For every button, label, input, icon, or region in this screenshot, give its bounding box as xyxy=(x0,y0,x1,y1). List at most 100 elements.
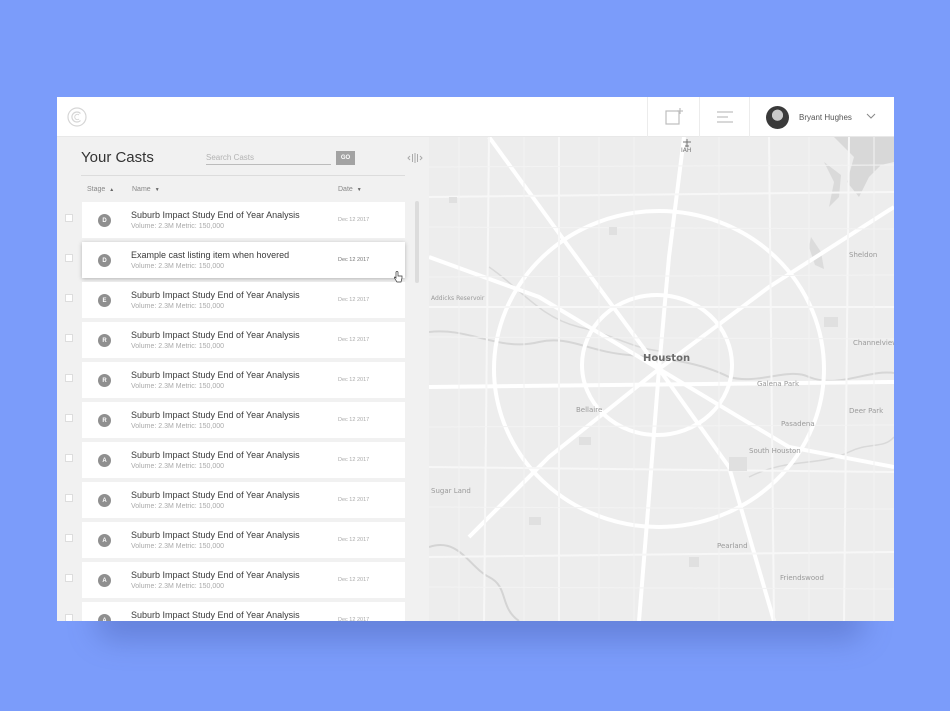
cast-title: Example cast listing item when hovered xyxy=(131,250,290,260)
map-label-galena-park: Galena Park xyxy=(757,380,800,388)
cast-date: Dec 12 2017 xyxy=(338,257,370,263)
cast-list-item[interactable]: A Suburb Impact Study End of Year Analysi… xyxy=(82,442,405,478)
row-checkbox[interactable] xyxy=(65,374,73,382)
cast-date: Dec 12 2017 xyxy=(338,297,370,303)
cast-list-item[interactable]: A Suburb Impact Study End of Year Analysi… xyxy=(82,482,405,518)
cast-title: Suburb Impact Study End of Year Analysis xyxy=(131,410,300,420)
map-label-deer-park: Deer Park xyxy=(849,407,884,415)
menu-icon xyxy=(716,111,733,123)
new-cast-icon xyxy=(664,108,683,125)
stage-badge: D xyxy=(98,254,111,267)
app-window: Bryant Hughes Your Casts GO Stage ▲ Name… xyxy=(57,97,894,621)
cast-list-item[interactable]: A Suburb Impact Study End of Year Analysi… xyxy=(82,522,405,558)
sort-down-icon: ▼ xyxy=(356,186,362,193)
cast-title: Suburb Impact Study End of Year Analysis xyxy=(131,370,300,380)
cast-title: Suburb Impact Study End of Year Analysis xyxy=(131,530,300,540)
row-checkbox[interactable] xyxy=(65,614,73,621)
stage-header-label: Stage xyxy=(87,186,106,193)
user-menu[interactable]: Bryant Hughes xyxy=(749,97,894,137)
cast-list-item[interactable]: E Suburb Impact Study End of Year Analysi… xyxy=(82,282,405,318)
row-checkbox[interactable] xyxy=(65,574,73,582)
top-bar: Bryant Hughes xyxy=(57,97,894,137)
menu-button[interactable] xyxy=(699,97,749,137)
name-column-header[interactable]: Name ▼ xyxy=(132,186,160,193)
stage-badge: D xyxy=(98,214,111,227)
cast-meta: Volume: 2.3M Metric: 150,000 xyxy=(131,503,224,510)
row-checkbox[interactable] xyxy=(65,214,73,222)
cast-date: Dec 12 2017 xyxy=(338,537,370,543)
map[interactable]: IAH Sheldon Addicks Reservoir Channelvie… xyxy=(429,137,894,621)
stage-badge: A xyxy=(98,614,111,621)
map-label-addicks: Addicks Reservoir xyxy=(431,295,485,302)
cast-meta: Volume: 2.3M Metric: 150,000 xyxy=(131,343,224,350)
stage-badge: A xyxy=(98,454,111,467)
cast-date: Dec 12 2017 xyxy=(338,457,370,463)
avatar xyxy=(766,105,789,129)
map-label-sugar-land: Sugar Land xyxy=(431,487,471,495)
row-checkbox[interactable] xyxy=(65,534,73,542)
row-checkbox[interactable] xyxy=(65,334,73,342)
stage-badge: R xyxy=(98,374,111,387)
row-checkbox[interactable] xyxy=(65,494,73,502)
row-checkbox[interactable] xyxy=(65,254,73,262)
cast-title: Suburb Impact Study End of Year Analysis xyxy=(131,570,300,580)
cast-date: Dec 12 2017 xyxy=(338,617,370,621)
map-label-sheldon: Sheldon xyxy=(849,251,878,259)
cast-meta: Volume: 2.3M Metric: 150,000 xyxy=(131,463,224,470)
stage-badge: E xyxy=(98,294,111,307)
cast-meta: Volume: 2.3M Metric: 150,000 xyxy=(131,543,224,550)
cast-title: Suburb Impact Study End of Year Analysis xyxy=(131,450,300,460)
cast-title: Suburb Impact Study End of Year Analysis xyxy=(131,290,300,300)
cast-list-item[interactable]: R Suburb Impact Study End of Year Analysi… xyxy=(82,322,405,358)
cast-title: Suburb Impact Study End of Year Analysis xyxy=(131,610,300,620)
map-label-south-houston: South Houston xyxy=(749,447,801,455)
map-label-friendswood: Friendswood xyxy=(780,574,824,582)
cast-meta: Volume: 2.3M Metric: 150,000 xyxy=(131,383,224,390)
cast-list-item[interactable]: D Example cast listing item when hovered V… xyxy=(82,242,405,278)
cast-title: Suburb Impact Study End of Year Analysis xyxy=(131,330,300,340)
airport-icon xyxy=(683,139,691,147)
pointer-cursor-icon xyxy=(393,271,403,283)
row-checkbox[interactable] xyxy=(65,454,73,462)
cast-meta: Volume: 2.3M Metric: 150,000 xyxy=(131,423,224,430)
stage-column-header[interactable]: Stage ▲ xyxy=(87,186,114,193)
cast-list-item[interactable]: A Suburb Impact Study End of Year Analysi… xyxy=(82,602,405,621)
sort-down-icon: ▼ xyxy=(154,186,160,193)
go-button[interactable]: GO xyxy=(336,151,355,165)
map-label-iah: IAH xyxy=(681,147,692,154)
cast-list-item[interactable]: D Suburb Impact Study End of Year Analysi… xyxy=(82,202,405,238)
user-name: Bryant Hughes xyxy=(799,112,852,122)
new-cast-button[interactable] xyxy=(647,97,699,137)
chevron-down-icon xyxy=(866,113,876,119)
scrollbar[interactable] xyxy=(415,201,419,283)
cast-title: Suburb Impact Study End of Year Analysis xyxy=(131,490,300,500)
collapse-panel-icon[interactable] xyxy=(407,153,423,163)
stage-badge: R xyxy=(98,334,111,347)
date-column-header[interactable]: Date ▼ xyxy=(338,186,362,193)
search-input[interactable] xyxy=(206,150,331,165)
stage-badge: R xyxy=(98,414,111,427)
map-canvas xyxy=(429,137,894,621)
sort-up-icon: ▲ xyxy=(109,186,115,193)
logo-icon[interactable] xyxy=(67,107,87,127)
map-label-houston: Houston xyxy=(643,353,691,364)
cast-list-item[interactable]: R Suburb Impact Study End of Year Analysi… xyxy=(82,362,405,398)
cast-date: Dec 12 2017 xyxy=(338,377,370,383)
cast-list-item[interactable]: A Suburb Impact Study End of Year Analysi… xyxy=(82,562,405,598)
stage-badge: A xyxy=(98,534,111,547)
name-header-label: Name xyxy=(132,186,151,193)
cast-meta: Volume: 2.3M Metric: 150,000 xyxy=(131,263,224,270)
map-label-bellaire: Bellaire xyxy=(576,406,603,414)
cast-date: Dec 12 2017 xyxy=(338,577,370,583)
cast-title: Suburb Impact Study End of Year Analysis xyxy=(131,210,300,220)
cast-date: Dec 12 2017 xyxy=(338,337,370,343)
cast-meta: Volume: 2.3M Metric: 150,000 xyxy=(131,583,224,590)
divider xyxy=(81,175,405,176)
row-checkbox[interactable] xyxy=(65,414,73,422)
row-checkbox[interactable] xyxy=(65,294,73,302)
map-label-channelview: Channelview xyxy=(853,339,894,347)
stage-badge: A xyxy=(98,494,111,507)
cast-list-item[interactable]: R Suburb Impact Study End of Year Analysi… xyxy=(82,402,405,438)
cast-meta: Volume: 2.3M Metric: 150,000 xyxy=(131,303,224,310)
stage-badge: A xyxy=(98,574,111,587)
